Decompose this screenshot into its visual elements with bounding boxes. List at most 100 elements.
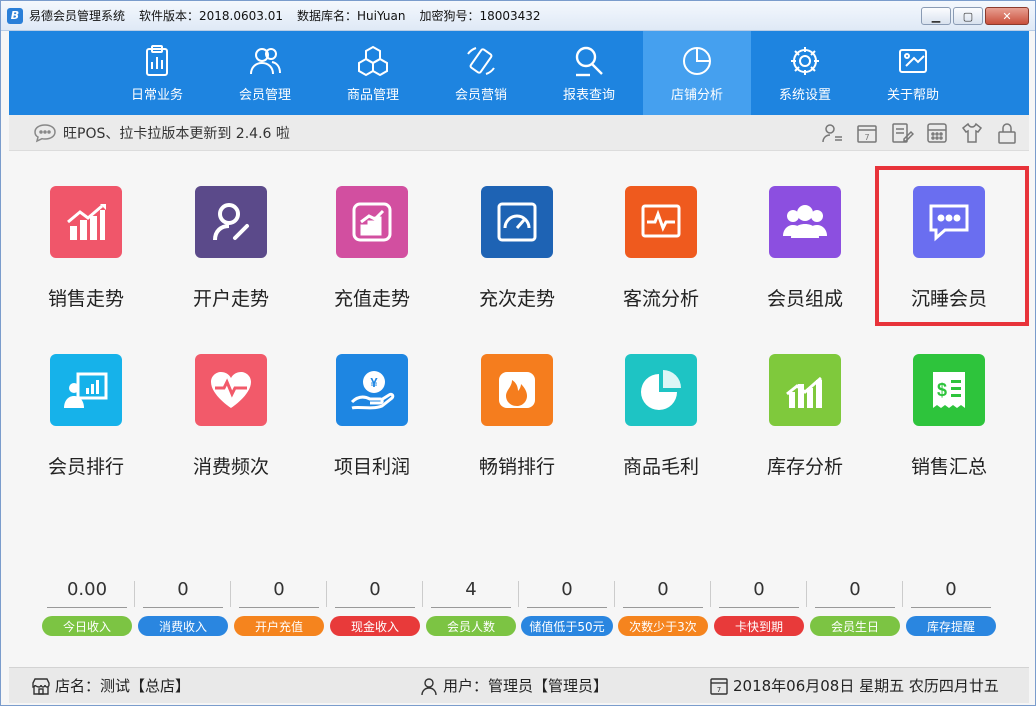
stat-low-count[interactable]: 0 次数少于3次 — [615, 579, 711, 636]
main-nav: 日常业务 会员管理 商品管理 会员营销 报表查询 店铺分析 系统设置 关于帮助 — [9, 31, 1029, 115]
stat-label: 会员人数 — [426, 616, 516, 636]
tile-member-ranking[interactable]: 会员排行 — [13, 354, 159, 479]
nav-about-help[interactable]: 关于帮助 — [859, 31, 967, 115]
nav-member-marketing[interactable]: 会员营销 — [427, 31, 535, 115]
stat-label: 卡快到期 — [714, 616, 804, 636]
tile-account-trend[interactable]: 开户走势 — [158, 186, 304, 311]
tile-label: 会员组成 — [766, 288, 843, 310]
edit-note-icon[interactable] — [890, 121, 914, 145]
nav-report-query[interactable]: 报表查询 — [535, 31, 643, 115]
tile-icon-bg — [336, 186, 408, 258]
stat-label: 次数少于3次 — [618, 616, 708, 636]
tile-label: 会员排行 — [47, 456, 124, 478]
stat-inventory-alert[interactable]: 0 库存提醒 — [903, 579, 999, 636]
tile-label: 客流分析 — [622, 288, 699, 310]
phone-icon — [467, 46, 495, 75]
stat-account-recharge[interactable]: 0 开户充值 — [231, 579, 327, 636]
svg-text:¥: ¥ — [370, 375, 378, 390]
nav-daily-business[interactable]: 日常业务 — [103, 31, 211, 115]
cubes-icon — [358, 45, 388, 76]
gauge-icon — [497, 202, 537, 242]
tile-bestseller-ranking[interactable]: 畅销排行 — [444, 354, 590, 479]
stat-value: 4 — [465, 579, 477, 600]
minimize-icon: ▁ — [931, 9, 941, 23]
stat-value: 0 — [849, 579, 861, 600]
tile-sales-summary[interactable]: $ 销售汇总 — [876, 354, 1022, 479]
lock-icon[interactable] — [995, 121, 1019, 145]
stat-label: 储值低于50元 — [521, 616, 613, 636]
store-icon — [32, 677, 50, 695]
tile-consumption-frequency[interactable]: 消费频次 — [158, 354, 304, 479]
store-name: 店名：测试【总店】 — [55, 677, 191, 695]
tile-recharge-trend[interactable]: 充值走势 — [299, 186, 445, 311]
pie-slice-icon — [641, 370, 681, 410]
svg-text:$: $ — [937, 380, 947, 400]
status-bar: 店名：测试【总店】 用户：管理员【管理员】 7 2018年06月08日 星期五 … — [9, 667, 1029, 703]
close-button[interactable]: ✕ — [985, 7, 1029, 25]
tile-product-gross-profit[interactable]: 商品毛利 — [588, 354, 734, 479]
minimize-button[interactable]: ▁ — [921, 7, 951, 25]
stat-member-count[interactable]: 4 会员人数 — [423, 579, 519, 636]
nav-product-management[interactable]: 商品管理 — [319, 31, 427, 115]
tile-inventory-analysis[interactable]: 库存分析 — [732, 354, 878, 479]
tile-icon-bg — [769, 354, 841, 426]
nav-store-analysis[interactable]: 店铺分析 — [643, 31, 751, 115]
nav-label: 系统设置 — [778, 87, 831, 103]
tile-project-profit[interactable]: ¥ 项目利润 — [299, 354, 445, 479]
stat-card-expiring[interactable]: 0 卡快到期 — [711, 579, 807, 636]
nav-member-management[interactable]: 会员管理 — [211, 31, 319, 115]
store-info: 店名：测试【总店】 — [31, 675, 190, 696]
stat-label: 消费收入 — [138, 616, 228, 636]
stat-consumption-income[interactable]: 0 消费收入 — [135, 579, 231, 636]
stat-label: 会员生日 — [810, 616, 900, 636]
gear-icon — [791, 46, 819, 75]
stat-today-income[interactable]: 0.00 今日收入 — [39, 579, 135, 636]
close-icon: ✕ — [1002, 9, 1012, 23]
tile-icon-bg — [481, 354, 553, 426]
group-icon — [783, 205, 827, 238]
tile-count-recharge-trend[interactable]: 充次走势 — [444, 186, 590, 311]
calendar-icon[interactable]: 7 — [855, 121, 879, 145]
nav-label: 店铺分析 — [670, 87, 723, 103]
stat-value: 0 — [369, 579, 381, 600]
stat-value: 0 — [273, 579, 285, 600]
user-info: 用户：管理员【管理员】 — [419, 675, 608, 696]
tile-icon-bg — [481, 186, 553, 258]
stat-label: 今日收入 — [42, 616, 132, 636]
tile-label: 充次走势 — [478, 288, 555, 310]
tile-label: 畅销排行 — [478, 456, 555, 478]
fire-icon — [499, 372, 535, 408]
members-icon — [250, 47, 281, 74]
stat-label: 开户充值 — [234, 616, 324, 636]
nav-label: 关于帮助 — [886, 87, 939, 103]
tile-member-composition[interactable]: 会员组成 — [732, 186, 878, 311]
clipboard-icon — [146, 44, 168, 76]
stat-member-birthday[interactable]: 0 会员生日 — [807, 579, 903, 636]
user-switch-icon[interactable] — [820, 121, 844, 145]
user-icon — [421, 677, 437, 695]
selection-highlight-box — [875, 166, 1029, 326]
tile-sales-trend[interactable]: 销售走势 — [13, 186, 159, 311]
app-title: 易德会员管理系统 — [29, 9, 126, 23]
tile-label: 充值走势 — [333, 288, 410, 310]
tshirt-icon[interactable] — [960, 121, 984, 145]
version-text: 软件版本：2018.0603.01 — [139, 9, 283, 23]
framed-chart-icon — [352, 202, 392, 242]
nav-label: 会员管理 — [238, 87, 291, 103]
calculator-icon[interactable] — [925, 121, 949, 145]
tile-traffic-analysis[interactable]: 客流分析 — [588, 186, 734, 311]
stat-low-balance[interactable]: 0 储值低于50元 — [519, 579, 615, 636]
tile-icon-bg — [769, 186, 841, 258]
tile-label: 库存分析 — [766, 456, 843, 478]
maximize-button[interactable]: ▢ — [953, 7, 983, 25]
notice-text[interactable]: 旺POS、拉卡拉版本更新到 2.4.6 啦 — [63, 123, 290, 143]
maximize-icon: ▢ — [962, 9, 974, 23]
stat-cash-income[interactable]: 0 现金收入 — [327, 579, 423, 636]
nav-label: 日常业务 — [130, 87, 183, 103]
nav-system-settings[interactable]: 系统设置 — [751, 31, 859, 115]
stat-value: 0 — [753, 579, 765, 600]
stat-value: 0 — [657, 579, 669, 600]
tile-icon-bg — [50, 186, 122, 258]
user-edit-icon — [213, 203, 249, 241]
yen-hand-icon: ¥ — [350, 371, 395, 410]
